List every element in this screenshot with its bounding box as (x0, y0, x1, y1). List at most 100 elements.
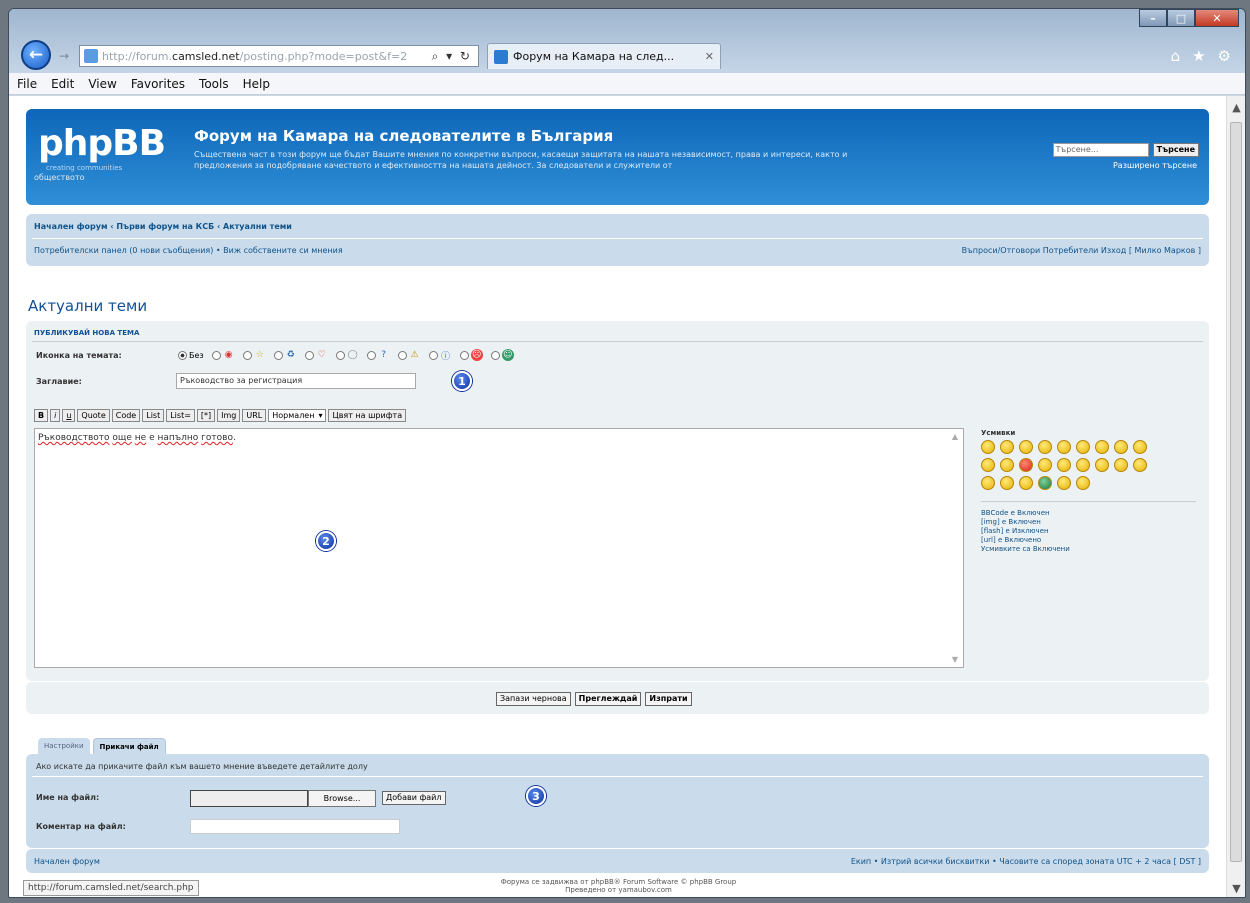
subject-input[interactable]: Ръководство за регистрация (176, 373, 416, 389)
smiley-icon[interactable] (1038, 458, 1052, 472)
smiley-icon[interactable] (1057, 476, 1071, 490)
scroll-up-icon[interactable]: ▲ (1227, 98, 1245, 116)
settings-gear-icon[interactable]: ⚙ (1218, 47, 1231, 65)
browse-button[interactable]: Browse... (308, 790, 376, 807)
submit-button[interactable]: Изпрати (645, 692, 692, 706)
topic-icon-option[interactable]: ⓘ (428, 349, 452, 362)
menu-file[interactable]: File (17, 77, 37, 91)
menu-favorites[interactable]: Favorites (131, 77, 185, 91)
smiley-icon[interactable] (1114, 458, 1128, 472)
radio-button[interactable] (211, 350, 221, 360)
bold-button[interactable]: B (34, 409, 49, 422)
smiley-icon[interactable] (1000, 458, 1014, 472)
radio-button[interactable] (428, 350, 438, 360)
radio-button[interactable] (366, 350, 376, 360)
save-draft-button[interactable]: Запази чернова (496, 692, 571, 706)
smiley-icon[interactable] (1019, 440, 1033, 454)
menu-tools[interactable]: Tools (199, 77, 229, 91)
smiley-icon[interactable] (1019, 476, 1033, 490)
tab-options[interactable]: Настройки (38, 738, 90, 754)
message-textarea[interactable]: Ръководството още не е напълно готово. ▲… (34, 428, 964, 668)
minimize-button[interactable]: – (1139, 9, 1167, 27)
radio-button[interactable] (304, 350, 314, 360)
radio-button[interactable] (178, 350, 187, 360)
topic-icon-none-option[interactable]: Без (178, 350, 204, 360)
scroll-down-icon[interactable]: ▼ (948, 655, 962, 664)
breadcrumb[interactable]: Начален форум ‹ Първи форум на КСБ ‹ Акт… (34, 222, 292, 231)
smiley-icon[interactable] (1000, 440, 1014, 454)
tab-upload-attachment[interactable]: Прикачи файл (92, 738, 166, 754)
favorites-star-icon[interactable]: ★ (1192, 47, 1205, 65)
preview-button[interactable]: Преглеждай (574, 692, 642, 706)
smiley-icon[interactable] (1076, 458, 1090, 472)
smiley-icon[interactable] (1057, 440, 1071, 454)
smiley-icon[interactable] (1114, 440, 1128, 454)
scroll-up-icon[interactable]: ▲ (948, 432, 962, 441)
footer-home-link[interactable]: Начален форум (34, 857, 100, 866)
tab-close-icon[interactable]: ✕ (705, 50, 714, 63)
image-button[interactable]: Img (217, 409, 241, 422)
ordered-list-button[interactable]: List= (166, 409, 195, 422)
browser-tab[interactable]: Форум на Камара на след... ✕ (487, 43, 721, 69)
quote-button[interactable]: Quote (77, 409, 110, 422)
menu-help[interactable]: Help (243, 77, 270, 91)
topic-icon-option[interactable]: ☺ (490, 349, 514, 361)
topic-icon-option[interactable]: ◉ (211, 349, 235, 361)
list-item-button[interactable]: [*] (196, 409, 216, 422)
search-button[interactable]: Търсене (1152, 143, 1199, 157)
smiley-icon[interactable] (1095, 440, 1109, 454)
radio-button[interactable] (335, 350, 345, 360)
smiley-icon[interactable] (1095, 458, 1109, 472)
add-file-button[interactable]: Добави файл (382, 791, 446, 805)
forward-button[interactable]: → (55, 47, 73, 65)
radio-button[interactable] (459, 350, 469, 360)
code-button[interactable]: Code (111, 409, 141, 422)
topic-icon-option[interactable]: ? (366, 349, 390, 361)
textarea-scrollbar[interactable]: ▲ ▼ (948, 430, 962, 666)
scroll-down-icon[interactable]: ▼ (1227, 879, 1245, 897)
smiley-icon[interactable] (1038, 440, 1052, 454)
topic-icon-option[interactable]: ☹ (459, 349, 483, 361)
smiley-icon[interactable] (1057, 458, 1071, 472)
smiley-icon[interactable] (981, 440, 995, 454)
url-button[interactable]: URL (242, 409, 267, 422)
close-button[interactable]: ✕ (1195, 9, 1239, 27)
font-size-select[interactable]: Нормален ▾ (268, 409, 327, 422)
smiley-icon[interactable] (1133, 440, 1147, 454)
smiley-icon[interactable] (981, 476, 995, 490)
radio-button[interactable] (273, 350, 283, 360)
smiley-icon[interactable] (981, 458, 995, 472)
topic-icon-option[interactable]: ⚠ (397, 349, 421, 361)
topic-icon-option[interactable]: ♻ (273, 349, 297, 361)
phpbb-logo[interactable]: phpBB (38, 123, 166, 164)
menu-view[interactable]: View (88, 77, 116, 91)
user-links[interactable]: Въпроси/Отговори Потребители Изход [ Мил… (962, 246, 1201, 255)
smiley-icon[interactable] (1000, 476, 1014, 490)
address-bar[interactable]: http://forum. camsled.net/posting.php?mod… (79, 45, 479, 67)
topic-icon-option[interactable]: ♡ (304, 349, 328, 361)
radio-button[interactable] (397, 350, 407, 360)
radio-button[interactable] (490, 350, 500, 360)
topic-icon-option[interactable]: ◯ (335, 349, 359, 361)
font-color-button[interactable]: Цвят на шрифта (328, 409, 407, 422)
page-scrollbar[interactable]: ▲ ▼ (1226, 96, 1245, 897)
topic-icon-option[interactable]: ☆ (242, 349, 266, 361)
file-input[interactable] (190, 790, 308, 807)
smiley-icon[interactable] (1076, 440, 1090, 454)
footer-links[interactable]: Екип • Изтрий всички бисквитки • Часовит… (851, 857, 1201, 866)
underline-button[interactable]: u (62, 409, 76, 422)
maximize-button[interactable]: □ (1167, 9, 1195, 27)
radio-button[interactable] (242, 350, 252, 360)
sick-smiley-icon[interactable] (1038, 476, 1052, 490)
italic-button[interactable]: i (50, 409, 61, 422)
advanced-search-link[interactable]: Разширено търсене (1113, 161, 1197, 170)
smiley-icon[interactable] (1076, 476, 1090, 490)
search-refresh-icon[interactable]: ⌕ ▾ ↻ (432, 49, 478, 64)
home-icon[interactable]: ⌂ (1171, 47, 1181, 65)
search-input[interactable]: Търсене... (1052, 143, 1149, 157)
scroll-thumb[interactable] (1230, 122, 1242, 862)
user-control-panel-link[interactable]: Потребителски панел (0 нови съобщения) •… (34, 246, 343, 255)
file-comment-input[interactable] (190, 819, 400, 834)
back-button[interactable]: ← (21, 40, 51, 70)
angry-smiley-icon[interactable] (1019, 458, 1033, 472)
